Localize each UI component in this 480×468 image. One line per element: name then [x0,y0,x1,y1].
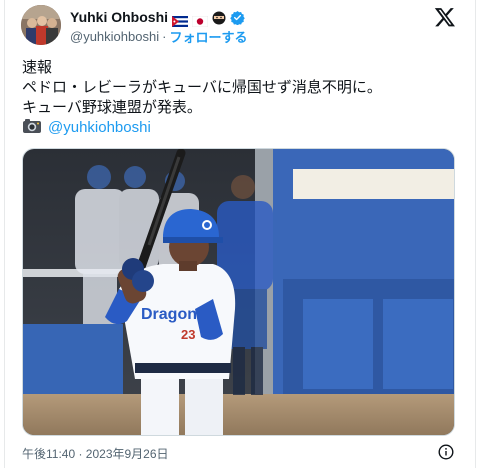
card-border-right [475,0,476,468]
verified-badge-icon [230,10,245,25]
ninja-icon [212,10,226,25]
tweet-card: Yuhki Ohboshi @yuhkiohboshi · フォローする 速報 … [0,0,480,468]
tweet-line: ペドロ・レビーラがキューバに帰国せず消息不明に。 [22,79,382,96]
camera-icon [22,118,42,134]
tweet-line: キューバ野球連盟が発表。 [22,99,202,116]
cuba-flag-icon [172,12,189,27]
separator-dot: · [162,29,167,44]
follow-button[interactable]: フォローする [169,27,247,46]
tweet-timestamp[interactable]: 午後11:40 · 2023年9月26日 [22,445,169,462]
tweet-media-photo[interactable]: Dragons 23 [22,148,455,436]
author-name-row: Yuhki Ohboshi [70,7,245,27]
tweet-line: 速報 [22,59,53,76]
mention-link[interactable]: @yuhkiohboshi [48,119,151,136]
tweet-text: 速報 ペドロ・レビーラがキューバに帰国せず消息不明に。 キューバ野球連盟が発表。… [22,58,462,138]
author-handle[interactable]: @yuhkiohboshi [70,29,159,44]
x-logo-icon[interactable] [434,6,456,28]
japan-flag-icon [191,12,209,27]
card-border-left [4,0,5,468]
author-display-name[interactable]: Yuhki Ohboshi [70,9,168,25]
tweet-mention-line: @yuhkiohboshi [22,118,462,138]
author-handle-row: @yuhkiohboshi · フォローする [70,27,247,46]
jersey-number: 23 [181,327,195,342]
info-icon[interactable] [438,444,454,460]
avatar[interactable] [21,5,61,45]
